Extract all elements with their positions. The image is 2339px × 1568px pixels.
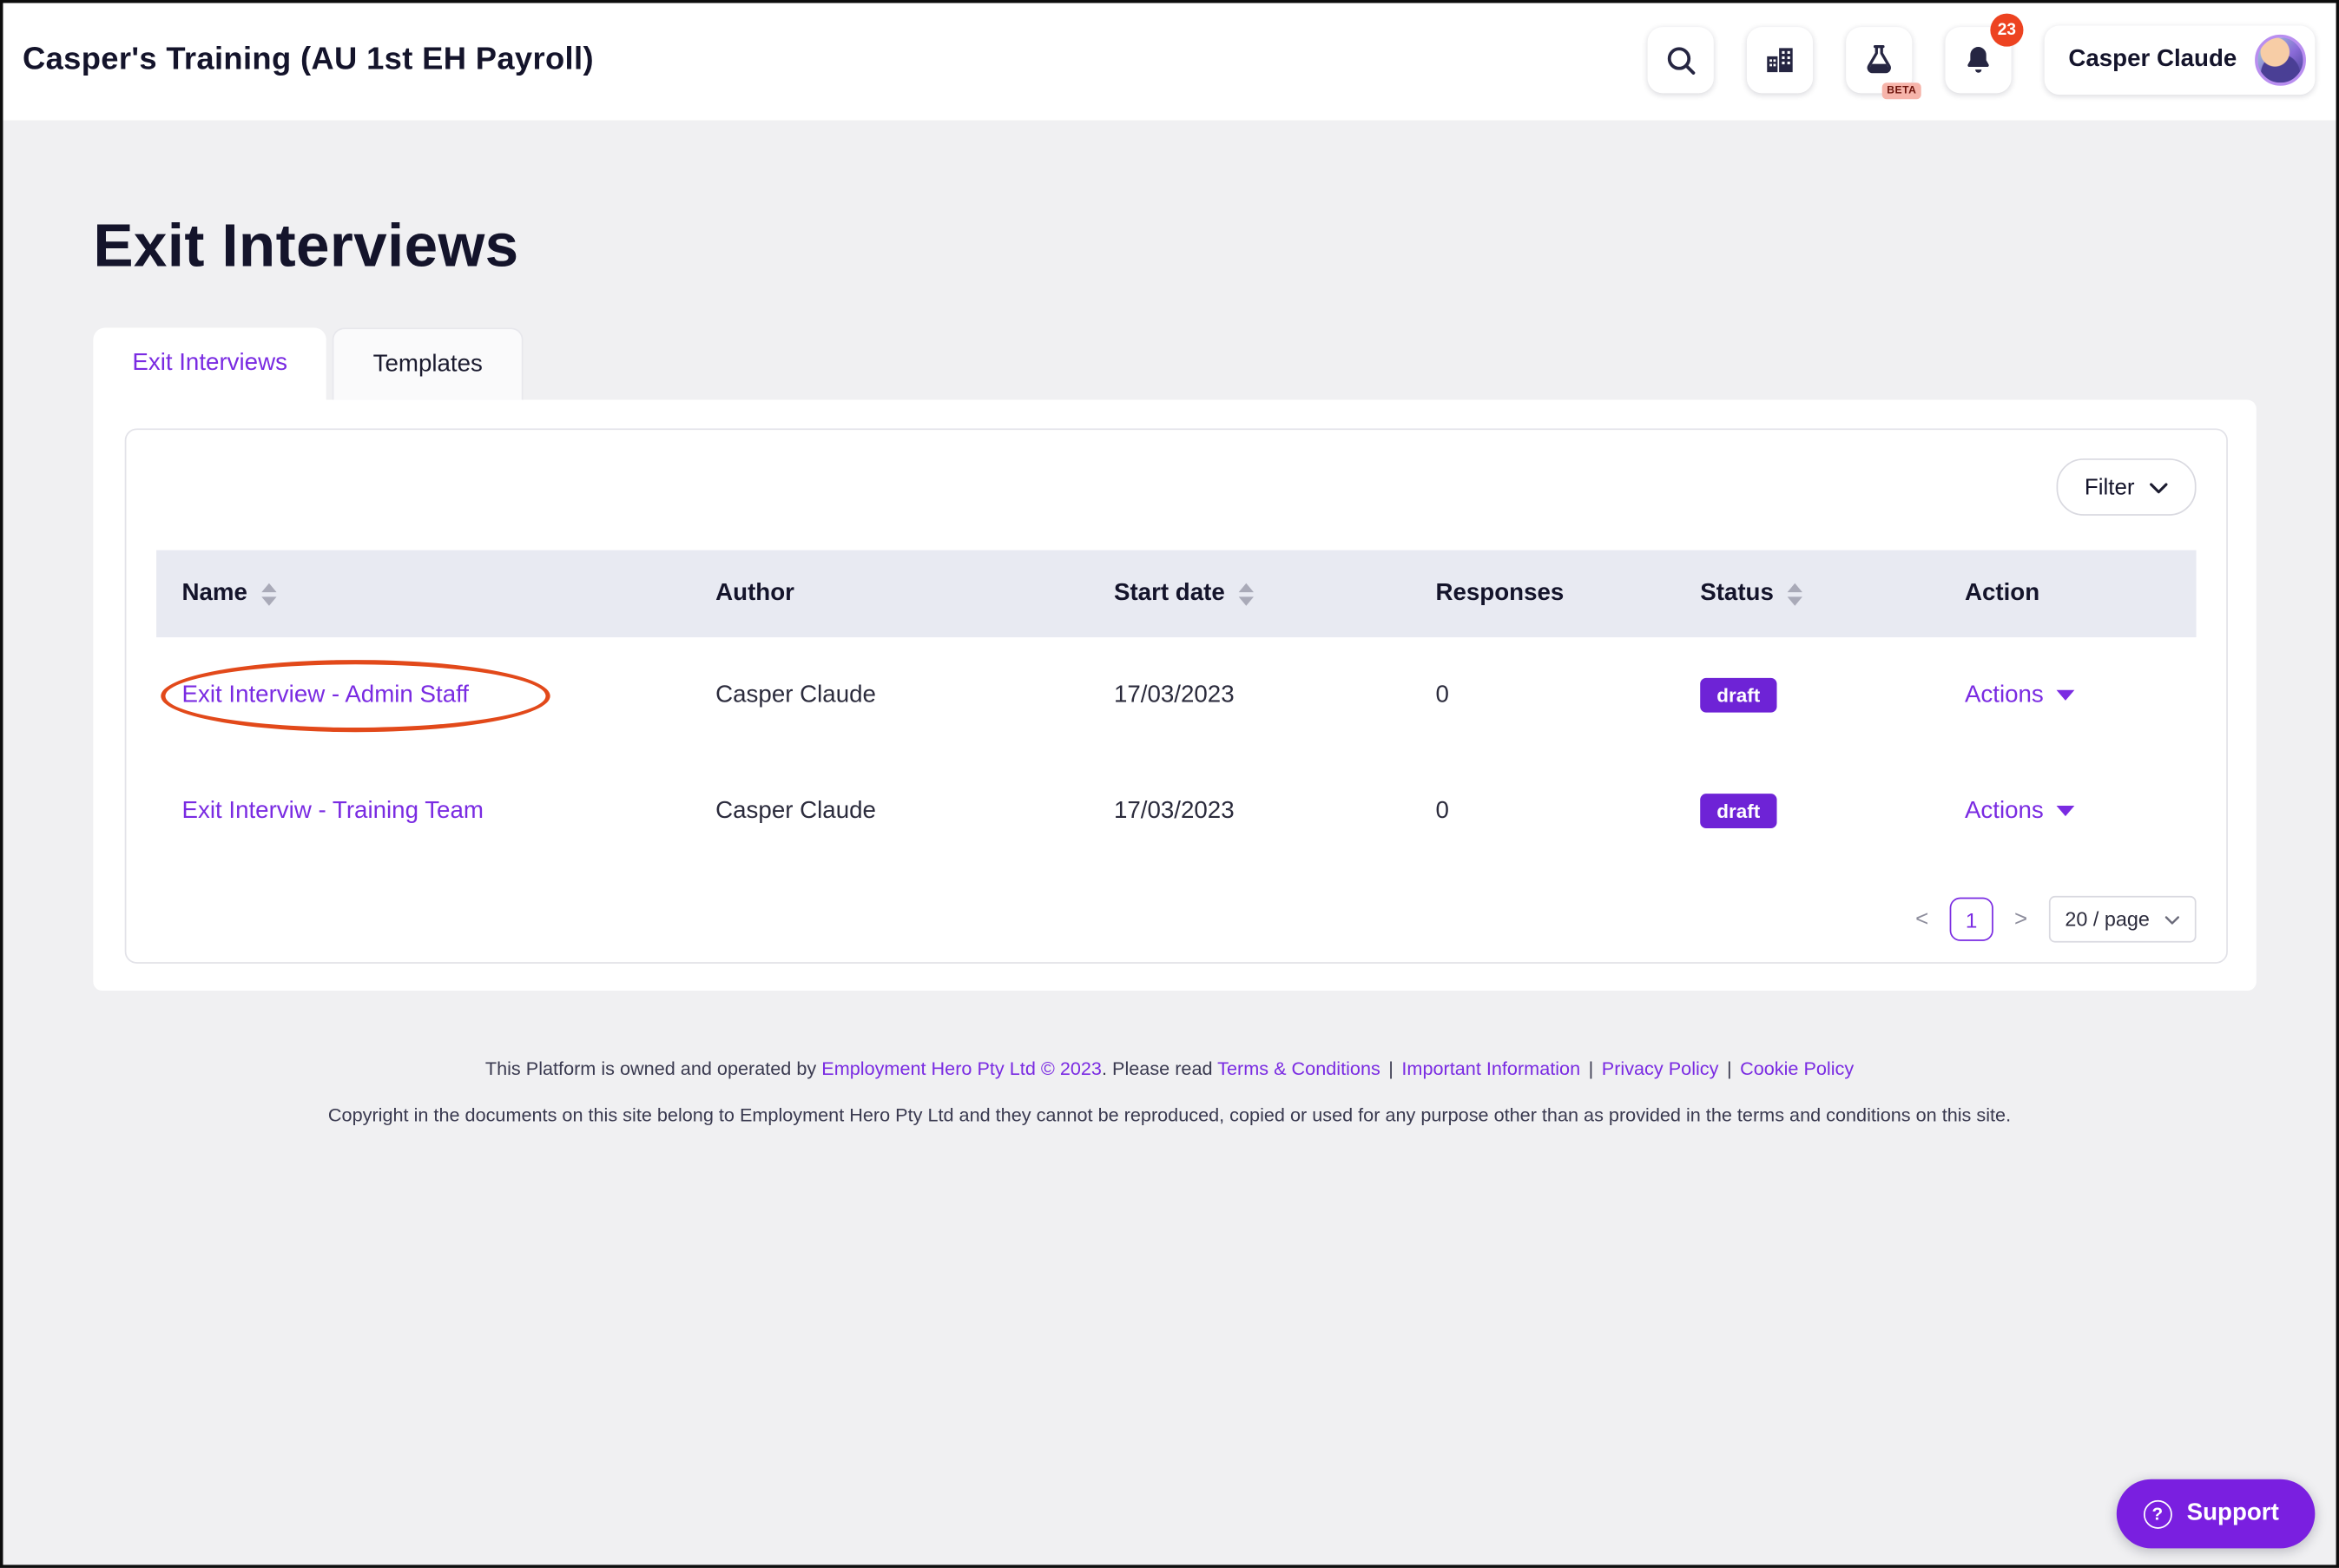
page-size-value: 20 / page [2065,907,2150,931]
cell-author: Casper Claude [715,682,876,708]
column-header-label: Action [1964,580,2040,606]
user-avatar [2255,34,2306,86]
flask-icon [1861,42,1897,78]
actions-dropdown[interactable]: Actions [1964,682,2076,708]
cell-author: Casper Claude [715,797,876,823]
cell-name: Exit Interview - Admin Staff [156,682,690,708]
column-header-label: Name [181,580,247,606]
status-badge: draft [1700,793,1777,829]
filter-button-label: Filter [2084,474,2135,500]
page-number-button[interactable]: 1 [1949,897,1993,941]
cell-action: Actions [1940,798,2197,825]
notifications-button[interactable]: 23 [1945,13,2024,94]
column-header-start-date: Start date [1089,580,1411,607]
cell-name: Exit Interviw - Training Team [156,798,690,825]
cell-status: draft [1675,793,1940,829]
terms-link[interactable]: Terms & Conditions [1217,1058,1380,1079]
actions-label: Actions [1964,797,2044,823]
separator: | [1726,1057,1732,1080]
footer-line-1: This Platform is owned and operated by E… [0,1057,2339,1080]
bell-icon [1960,42,1997,78]
actions-dropdown[interactable]: Actions [1964,797,2076,825]
table-header-row: Name Author Start date Responses Status [156,550,2197,638]
chevron-down-icon [2164,908,2180,931]
column-header-label: Responses [1435,580,1565,606]
next-page-button[interactable]: > [2011,906,2030,932]
cookie-policy-link[interactable]: Cookie Policy [1740,1058,1854,1079]
top-header: Casper's Training (AU 1st EH Payroll) BE… [0,0,2339,121]
filter-row: Filter [156,458,2197,516]
cell-action: Actions [1940,682,2197,708]
cell-start-date: 17/03/2023 [1113,682,1235,708]
chevron-down-icon [2150,474,2168,499]
beta-badge: BETA [1882,82,1921,100]
app-window: Casper's Training (AU 1st EH Payroll) BE… [0,0,2339,1568]
cell-responses: 0 [1435,682,1449,708]
tab-bar: Exit Interviews Templates [93,327,2339,400]
column-header-label: Start date [1113,580,1225,606]
footer-text: . Please read [1101,1057,1213,1080]
status-badge: draft [1700,677,1777,714]
question-mark-icon: ? [2143,1499,2172,1528]
exit-interview-link[interactable]: Exit Interview - Admin Staff [181,682,469,707]
sort-icon[interactable] [1238,582,1254,605]
privacy-policy-link[interactable]: Privacy Policy [1602,1058,1719,1079]
tab-exit-interviews[interactable]: Exit Interviews [93,327,326,400]
search-button[interactable] [1647,27,1714,94]
company-link[interactable]: Employment Hero Pty Ltd © 2023 [821,1058,1102,1079]
header-actions: BETA 23 Casper Claude [1647,13,2316,100]
page-size-select[interactable]: 20 / page [2048,895,2197,943]
actions-label: Actions [1964,682,2044,708]
column-header-author: Author [690,580,1089,607]
cell-status: draft [1675,677,1940,714]
support-button[interactable]: ? Support [2116,1479,2316,1549]
caret-down-icon [2057,806,2076,817]
notification-count-badge: 23 [1990,13,2024,47]
buildings-icon [1762,42,1798,78]
cell-responses: 0 [1435,797,1449,823]
previous-page-button[interactable]: < [1913,906,1932,932]
column-header-label: Author [715,580,794,606]
exit-interview-link[interactable]: Exit Interviw - Training Team [181,798,483,823]
tab-templates[interactable]: Templates [332,327,524,400]
exit-interviews-card: Filter Name Author Start date Responses … [124,428,2228,964]
cell-start-date: 17/03/2023 [1113,797,1235,823]
caret-down-icon [2057,689,2076,701]
column-header-responses: Responses [1410,580,1675,607]
footer-line-2: Copyright in the documents on this site … [327,1104,2012,1125]
footer: This Platform is owned and operated by E… [0,1057,2339,1125]
filter-button[interactable]: Filter [2055,458,2197,516]
sort-icon[interactable] [1787,582,1802,605]
organisation-switcher-button[interactable] [1746,27,1813,94]
user-menu-button[interactable]: Casper Claude [2044,25,2316,96]
support-label: Support [2186,1499,2279,1526]
user-name: Casper Claude [2068,46,2237,73]
pagination: < 1 > 20 / page [156,895,2197,943]
table-row: Exit Interviw - Training Team Casper Cla… [156,753,2197,869]
page-title: Exit Interviews [93,213,519,280]
sort-icon[interactable] [260,582,276,605]
workspace-title: Casper's Training (AU 1st EH Payroll) [22,42,594,77]
separator: | [1388,1057,1394,1080]
footer-text: This Platform is owned and operated by [484,1057,817,1080]
important-information-link[interactable]: Important Information [1401,1058,1580,1079]
table-row: Exit Interview - Admin Staff Casper Clau… [156,637,2197,754]
separator: | [1588,1057,1594,1080]
exit-interviews-panel: Filter Name Author Start date Responses … [93,399,2257,991]
column-header-action: Action [1940,580,2197,607]
search-icon [1663,42,1699,78]
column-header-name: Name [156,580,690,607]
column-header-label: Status [1700,580,1774,606]
beta-features-button[interactable]: BETA [1846,27,1921,100]
column-header-status: Status [1675,580,1940,607]
